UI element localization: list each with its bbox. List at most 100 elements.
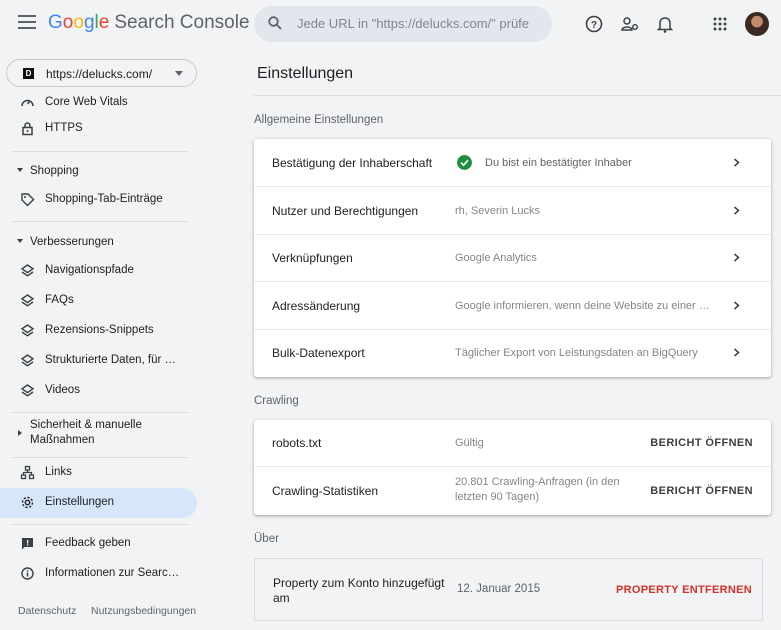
row-value: Google informieren, wenn deine Website z… — [455, 300, 710, 312]
sidebar-item-links[interactable]: Links — [0, 458, 197, 488]
sidebar-item-label: Strukturierte Daten, für … — [45, 354, 177, 366]
general-settings-card: Bestätigung der Inhaberschaft Du bist ei… — [254, 139, 771, 377]
layers-icon — [20, 294, 35, 307]
settings-row-bulk-export[interactable]: Bulk-Datenexport Täglicher Export von Le… — [254, 330, 771, 377]
settings-row-crawl-stats: Crawling-Statistiken 20.801 Crawling-Anf… — [254, 467, 771, 515]
apps-grid-icon[interactable] — [710, 14, 730, 34]
verified-check-icon — [457, 155, 472, 170]
row-value-line1: 20.801 Crawling-Anfragen (in den — [455, 476, 620, 488]
sidebar-divider — [12, 221, 188, 222]
notifications-bell-icon[interactable] — [655, 14, 675, 34]
sidebar-section-label-line1: Sicherheit & manuelle — [30, 419, 142, 431]
chevron-right-icon — [734, 253, 740, 262]
sitemap-icon — [20, 465, 35, 480]
section-heading-crawling: Crawling — [254, 395, 299, 407]
settings-row-robots: robots.txt Gültig BERICHT ÖFFNEN — [254, 420, 771, 467]
sidebar-section-label: Shopping — [30, 165, 79, 177]
url-inspection-search[interactable]: Jede URL in "https://delucks.com/" prüfe — [254, 6, 552, 42]
sidebar-item-structured-data[interactable]: Strukturierte Daten, für … — [0, 346, 197, 376]
row-value: rh, Severin Lucks — [455, 205, 540, 217]
sidebar-item-review-snippets[interactable]: Rezensions-Snippets — [0, 316, 197, 346]
sidebar-item-label: Core Web Vitals — [45, 96, 128, 108]
page-title: Einstellungen — [257, 65, 354, 82]
account-avatar[interactable] — [745, 12, 769, 36]
sidebar-section-label-line2: Maßnahmen — [30, 434, 95, 446]
sidebar-divider — [12, 151, 188, 152]
manage-users-icon[interactable] — [620, 14, 640, 34]
row-value: Du bist ein bestätigter Inhaber — [485, 157, 632, 169]
sidebar-item-label: Rezensions-Snippets — [45, 324, 154, 336]
help-icon[interactable]: ? — [584, 14, 604, 34]
hamburger-menu-icon[interactable] — [18, 15, 36, 31]
sidebar-item-label: Videos — [45, 384, 80, 396]
property-favicon: D — [23, 68, 34, 79]
sidebar-item-faqs[interactable]: FAQs — [0, 286, 197, 316]
layers-icon — [20, 384, 35, 397]
sidebar-item-shopping-tab[interactable]: Shopping-Tab-Einträge — [0, 185, 197, 215]
sidebar-item-https[interactable]: HTTPS — [0, 114, 197, 144]
search-placeholder: Jede URL in "https://delucks.com/" prüfe — [297, 16, 530, 31]
about-date: 12. Januar 2015 — [457, 583, 541, 595]
sidebar-item-breadcrumbs[interactable]: Navigationspfade — [0, 256, 197, 286]
terms-link[interactable]: Nutzungsbedingungen — [91, 605, 196, 617]
open-report-button[interactable]: BERICHT ÖFFNEN — [650, 485, 753, 497]
sidebar-item-label: Links — [45, 466, 72, 478]
sidebar-item-label: Feedback geben — [45, 537, 131, 549]
feedback-icon — [22, 538, 33, 550]
privacy-link[interactable]: Datenschutz — [18, 605, 76, 617]
sidebar-section-label: Verbesserungen — [30, 236, 114, 248]
app-header: Google Search Console Jede URL in "https:… — [0, 0, 781, 48]
product-name: Search Console — [114, 12, 250, 33]
row-value-line2: letzten 90 Tagen) — [455, 491, 540, 503]
remove-property-button[interactable]: PROPERTY ENTFERNEN — [616, 584, 752, 596]
caret-down-icon — [17, 168, 23, 172]
settings-row-users[interactable]: Nutzer und Berechtigungen rh, Severin Lu… — [254, 187, 771, 235]
section-heading-about: Über — [254, 533, 279, 545]
property-selector[interactable]: D https://delucks.com/ — [6, 59, 197, 87]
sidebar-item-feedback[interactable]: Feedback geben — [0, 529, 197, 559]
row-label: Bestätigung der Inhaberschaft — [272, 156, 433, 170]
layers-icon — [20, 324, 35, 337]
open-report-button[interactable]: BERICHT ÖFFNEN — [650, 437, 753, 449]
chevron-right-icon — [734, 348, 740, 357]
gear-icon — [21, 496, 34, 509]
sidebar-section-security[interactable]: Sicherheit & manuelle Maßnahmen — [0, 418, 190, 450]
gauge-icon — [21, 99, 34, 107]
sidebar-item-info[interactable]: Informationen zur Searc… — [0, 559, 197, 589]
search-icon — [268, 16, 282, 30]
layers-icon — [20, 354, 35, 367]
sidebar-item-label: HTTPS — [45, 122, 83, 134]
sidebar-item-videos[interactable]: Videos — [0, 376, 197, 406]
sidebar-divider — [12, 524, 188, 525]
sidebar-item-label: FAQs — [45, 294, 74, 306]
property-url: https://delucks.com/ — [46, 67, 153, 81]
sidebar-item-label: Informationen zur Searc… — [45, 567, 180, 579]
caret-right-icon — [18, 430, 22, 436]
sidebar-item-settings[interactable]: Einstellungen — [0, 488, 197, 518]
settings-row-ownership[interactable]: Bestätigung der Inhaberschaft Du bist ei… — [254, 139, 771, 187]
about-label-line1: Property zum Konto hinzugefügt — [273, 576, 445, 590]
chevron-right-icon — [734, 301, 740, 310]
about-card: Property zum Konto hinzugefügt am 12. Ja… — [254, 558, 763, 621]
row-value: Google Analytics — [455, 252, 537, 264]
lock-icon — [22, 122, 33, 136]
sidebar-item-label: Einstellungen — [45, 496, 115, 508]
chevron-right-icon — [734, 206, 740, 215]
row-label: robots.txt — [272, 436, 322, 450]
sidebar-item-label: Shopping-Tab-Einträge — [45, 193, 163, 205]
about-label-line2: am — [273, 591, 290, 605]
row-label: Bulk-Datenexport — [272, 346, 365, 360]
settings-row-change-of-address[interactable]: Adressänderung Google informieren, wenn … — [254, 282, 771, 330]
product-logo[interactable]: Google Search Console — [48, 12, 250, 34]
sidebar-divider — [12, 412, 188, 413]
row-label: Crawling-Statistiken — [272, 484, 379, 498]
row-label: Nutzer und Berechtigungen — [272, 204, 419, 218]
row-value: Täglicher Export von Leistungsdaten an B… — [455, 347, 698, 359]
layers-icon — [20, 264, 35, 277]
sidebar-item-label: Navigationspfade — [45, 264, 134, 276]
title-divider — [254, 95, 781, 96]
tag-icon — [21, 193, 35, 207]
info-icon — [21, 567, 34, 580]
settings-row-associations[interactable]: Verknüpfungen Google Analytics — [254, 235, 771, 282]
settings-main: Einstellungen Allgemeine Einstellungen B… — [208, 48, 781, 630]
